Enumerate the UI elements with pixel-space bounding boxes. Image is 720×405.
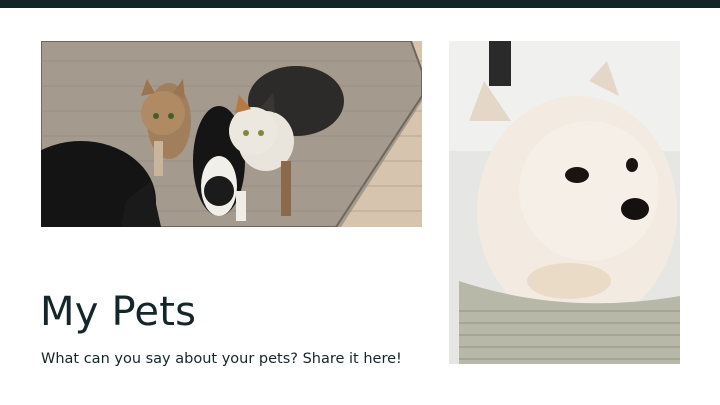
top-accent-bar (0, 0, 720, 8)
page-subtitle: What can you say about your pets? Share … (41, 351, 402, 367)
page-title: My Pets (40, 289, 197, 335)
dog-photo (449, 41, 680, 364)
cats-photo (41, 41, 422, 227)
